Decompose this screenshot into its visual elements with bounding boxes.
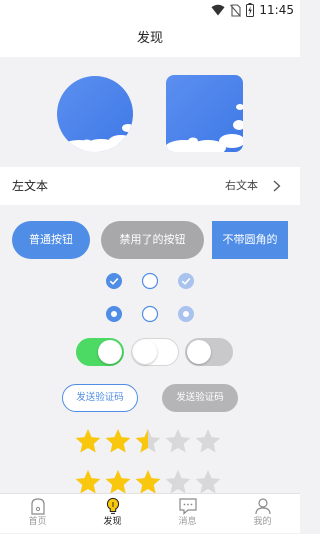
no-sim-icon <box>230 3 242 17</box>
square-image[interactable] <box>166 75 243 152</box>
switch-off[interactable] <box>131 338 179 366</box>
star-icon[interactable] <box>134 427 162 455</box>
status-icons: 11:45 <box>211 2 294 18</box>
row-left-text: 左文本 <box>12 179 49 193</box>
star-icon[interactable] <box>164 427 192 455</box>
circle-image[interactable] <box>57 76 133 152</box>
send-code-button-disabled: 发送验证码 <box>162 384 238 412</box>
tab-messages[interactable]: 消息 <box>150 494 225 534</box>
checkbox-unchecked[interactable] <box>141 272 159 290</box>
bulb-icon <box>106 497 119 514</box>
star-icon[interactable] <box>164 468 192 496</box>
person-icon <box>254 498 271 515</box>
switch-on[interactable] <box>76 338 124 366</box>
star-icon[interactable] <box>194 468 222 496</box>
tab-label: 消息 <box>178 517 197 527</box>
home-icon <box>30 498 45 515</box>
star-icon[interactable] <box>74 468 102 496</box>
send-code-button[interactable]: 发送验证码 <box>62 384 138 412</box>
list-row[interactable]: 左文本 右文本 <box>0 167 300 205</box>
normal-button[interactable]: 普通按钮 <box>12 221 90 259</box>
page-title: 发现 <box>136 31 163 46</box>
status-time: 11:45 <box>259 3 294 17</box>
star-icon[interactable] <box>194 427 222 455</box>
rating-row-1[interactable] <box>74 427 222 455</box>
star-icon[interactable] <box>134 468 162 496</box>
wifi-icon <box>211 4 225 16</box>
radio-unselected[interactable] <box>141 305 159 323</box>
components-section: 普通按钮 禁用了的按钮 不带圆角的 发送验证码 发送验证码 <box>0 205 300 496</box>
star-icon[interactable] <box>104 468 132 496</box>
tab-bar: 首页 发现 消息 我的 <box>0 493 300 533</box>
chevron-right-icon <box>273 180 281 192</box>
disabled-button: 禁用了的按钮 <box>101 221 204 259</box>
switch-disabled <box>185 338 233 366</box>
switch-knob <box>98 340 122 364</box>
star-icon[interactable] <box>74 427 102 455</box>
tab-label: 首页 <box>28 517 47 527</box>
tab-discover[interactable]: 发现 <box>75 494 150 534</box>
checkbox-checked-disabled <box>178 273 194 289</box>
tab-label: 发现 <box>103 517 122 527</box>
row-right-text: 右文本 <box>225 179 258 192</box>
tab-home[interactable]: 首页 <box>0 494 75 534</box>
status-bar: 11:45 <box>0 0 300 20</box>
square-button[interactable]: 不带圆角的 <box>212 221 288 259</box>
tab-me[interactable]: 我的 <box>225 494 300 534</box>
switch-knob <box>187 340 211 364</box>
checkbox-checked[interactable] <box>105 272 123 290</box>
battery-icon <box>246 3 255 17</box>
image-banner <box>0 57 300 166</box>
tab-label: 我的 <box>253 517 272 527</box>
message-icon <box>178 498 197 515</box>
radio-selected-disabled <box>178 306 194 322</box>
rating-row-2[interactable] <box>74 468 222 496</box>
switch-knob <box>133 340 157 364</box>
navigation-bar: 发现 <box>0 20 300 57</box>
radio-selected[interactable] <box>105 305 123 323</box>
star-icon[interactable] <box>104 427 132 455</box>
